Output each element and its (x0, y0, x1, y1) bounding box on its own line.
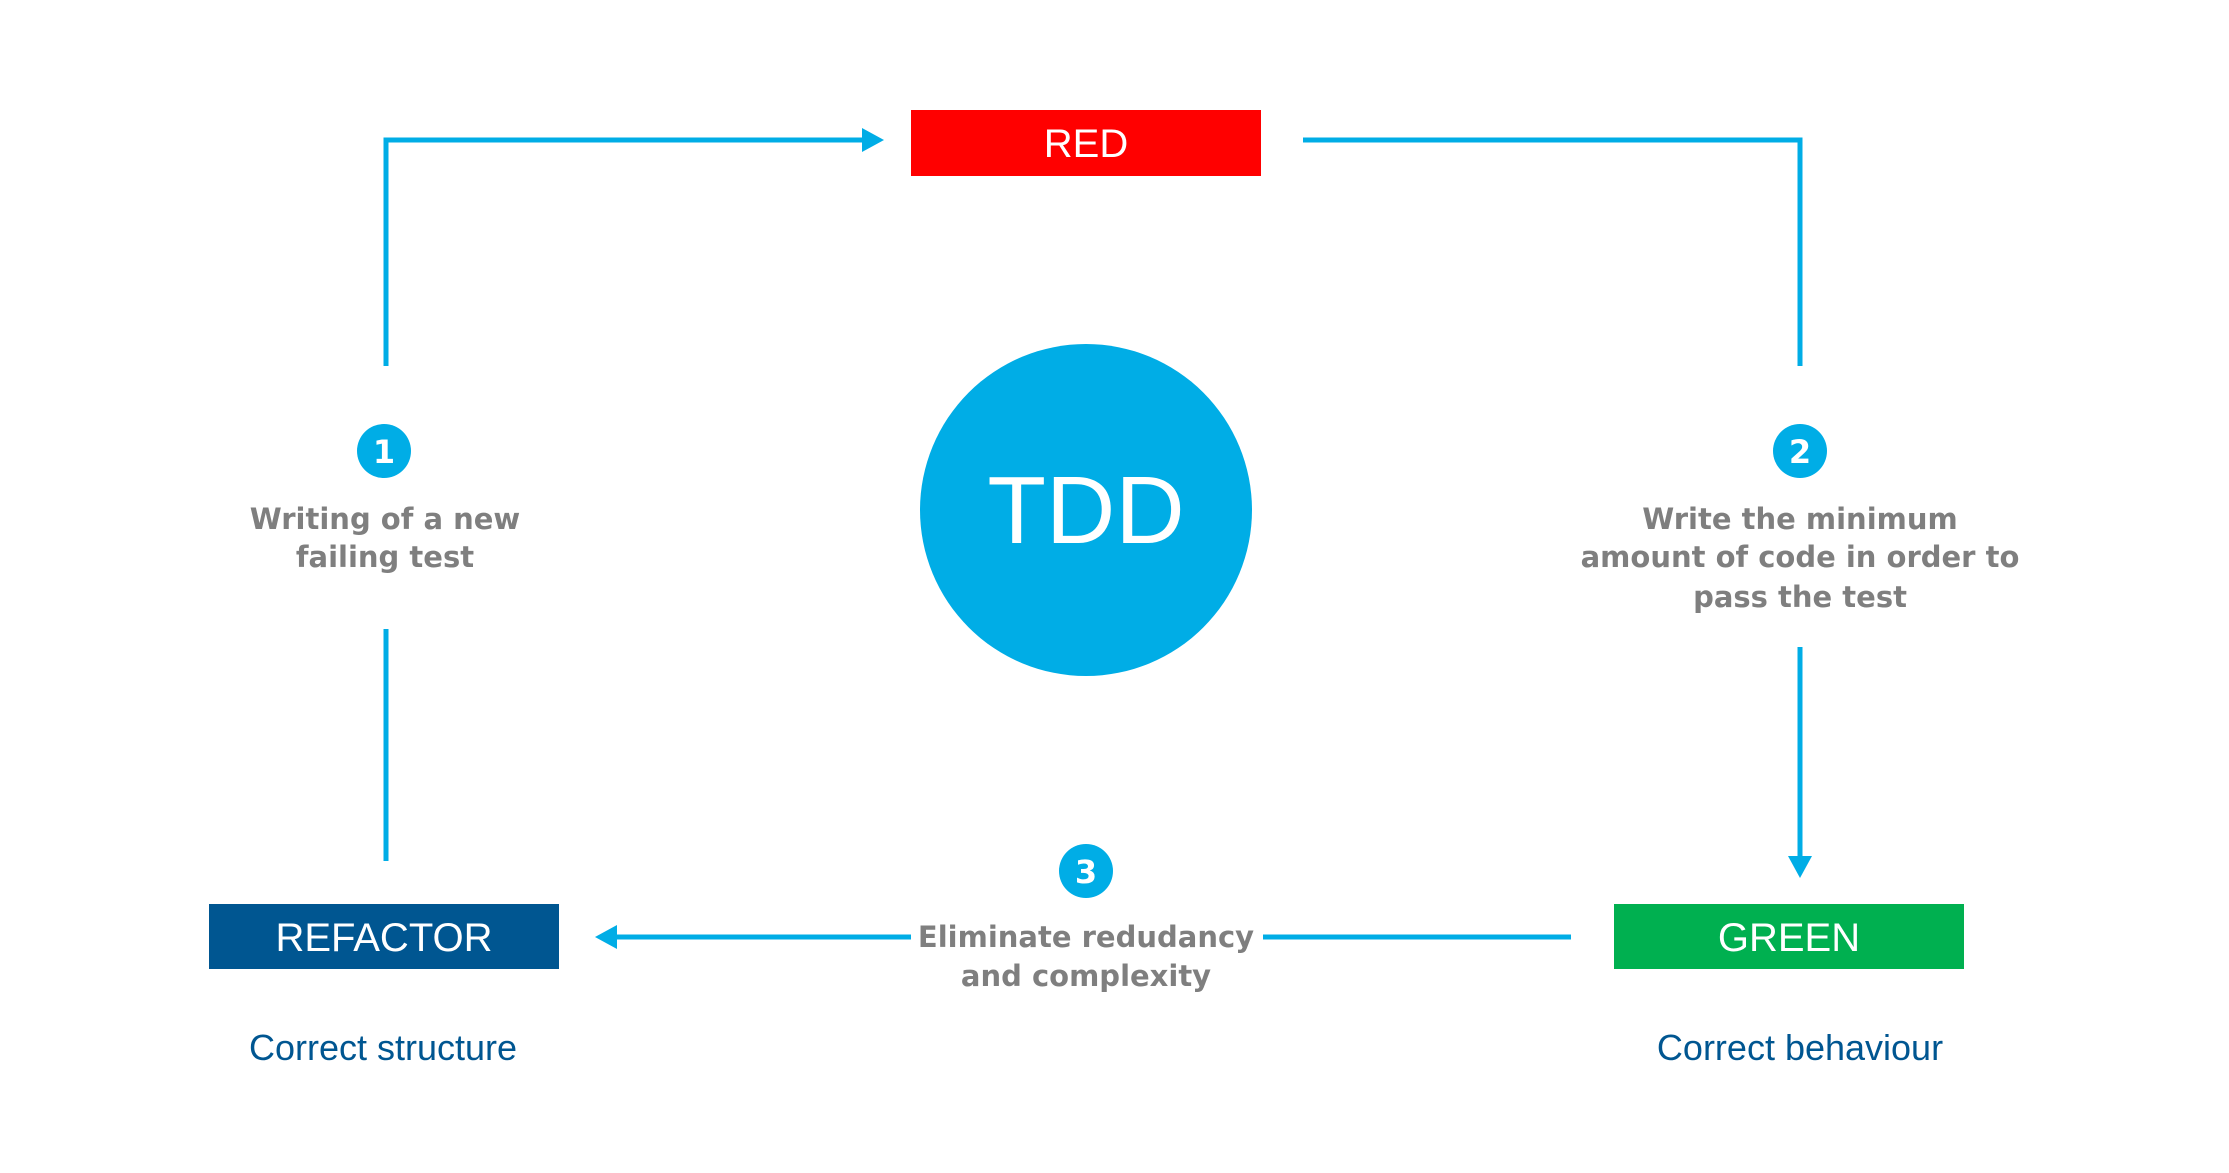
step-text-line: amount of code in order to (1581, 540, 2020, 574)
step-number: 2 (1789, 433, 1811, 471)
step-text-line: failing test (296, 540, 474, 574)
tdd-label: TDD (987, 457, 1184, 564)
step-2: 2 Write the minimum amount of code in or… (1581, 424, 2020, 614)
phase-green: GREEN (1614, 904, 1964, 969)
red-label: RED (1044, 122, 1128, 166)
tdd-cycle-diagram: RED GREEN REFACTOR TDD 1 Writing of a ne… (209, 110, 2020, 1068)
step-text-line: Write the minimum (1642, 502, 1957, 536)
phase-refactor: REFACTOR (209, 904, 559, 969)
step-1: 1 Writing of a new failing test (250, 424, 520, 574)
refactor-caption: Correct structure (249, 1027, 517, 1068)
arrow-head-to-refactor (595, 925, 617, 949)
arrow-head-to-green (1788, 856, 1812, 878)
connector-red-to-step2 (1303, 137, 1803, 366)
step-3: 3 Eliminate redudancy and complexity (918, 844, 1254, 993)
step-number: 1 (373, 433, 395, 471)
step-text-line: and complexity (961, 959, 1211, 993)
arrow-head-to-red (862, 128, 884, 152)
step-number: 3 (1075, 853, 1097, 891)
phase-red: RED (911, 110, 1261, 176)
green-label: GREEN (1718, 916, 1860, 960)
step-text-line: Eliminate redudancy (918, 920, 1254, 954)
refactor-label: REFACTOR (275, 916, 492, 960)
step-text-line: Writing of a new (250, 502, 520, 536)
connector-refactor-to-red (383, 137, 865, 366)
step-text-line: pass the test (1693, 580, 1907, 614)
green-caption: Correct behaviour (1657, 1027, 1943, 1068)
